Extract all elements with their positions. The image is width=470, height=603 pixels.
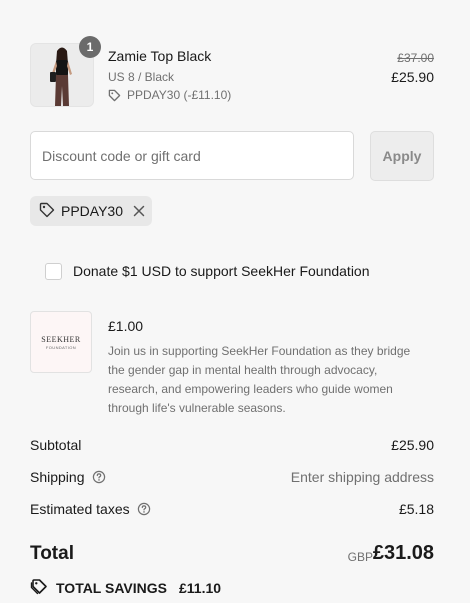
foundation-logo: SEEKHER FOUNDATION bbox=[30, 311, 92, 373]
donation-price: £1.00 bbox=[108, 318, 144, 334]
subtotal-label: Subtotal bbox=[30, 437, 81, 453]
donation-description: Join us in supporting SeekHer Foundation… bbox=[108, 344, 411, 415]
subtotal-label-text: Subtotal bbox=[30, 437, 82, 453]
shipping-label-text: Shipping bbox=[30, 469, 85, 485]
taxes-label-text: Estimated taxes bbox=[30, 501, 130, 517]
taxes-label: Estimated taxes bbox=[30, 501, 151, 517]
original-price: £37.00 bbox=[397, 51, 434, 65]
currency-code: GBP bbox=[347, 550, 373, 564]
tag-icon bbox=[39, 202, 55, 221]
applied-code: PPDAY30 bbox=[61, 203, 123, 219]
product-title: Zamie Top Black bbox=[108, 48, 212, 64]
product-discount-text: PPDAY30 (-£11.10) bbox=[127, 88, 232, 102]
apply-button[interactable]: Apply bbox=[370, 131, 434, 181]
total-label: Total bbox=[30, 543, 74, 564]
foundation-logo-name: SEEKHER bbox=[41, 334, 81, 344]
total-savings: TOTAL SAVINGS £11.10 bbox=[30, 577, 221, 598]
shipping-value: Enter shipping address bbox=[290, 469, 434, 485]
donate-checkbox[interactable] bbox=[45, 263, 62, 280]
tag-icon bbox=[108, 89, 121, 102]
help-icon[interactable] bbox=[137, 502, 151, 516]
discount-code-input[interactable] bbox=[30, 131, 354, 180]
shipping-label: Shipping bbox=[30, 469, 106, 485]
tag-icon bbox=[30, 577, 48, 598]
subtotal-value: £25.90 bbox=[391, 437, 434, 453]
taxes-value: £5.18 bbox=[398, 501, 434, 517]
quantity-badge: 1 bbox=[79, 36, 101, 58]
product-variant: US 8 / Black bbox=[108, 70, 175, 84]
product-price: £25.90 bbox=[391, 69, 434, 85]
savings-label: TOTAL SAVINGS bbox=[56, 579, 167, 596]
remove-discount-icon[interactable] bbox=[133, 205, 145, 217]
product-discount: PPDAY30 (-£11.10) bbox=[108, 88, 231, 102]
applied-discount-chip: PPDAY30 bbox=[30, 196, 152, 226]
total-value: £31.08 bbox=[372, 542, 434, 564]
donate-label[interactable]: Donate $1 USD to support SeekHer Foundat… bbox=[73, 263, 370, 279]
foundation-logo-sub: FOUNDATION bbox=[45, 344, 77, 350]
savings-value: £11.10 bbox=[178, 579, 222, 596]
help-icon[interactable] bbox=[92, 470, 106, 484]
